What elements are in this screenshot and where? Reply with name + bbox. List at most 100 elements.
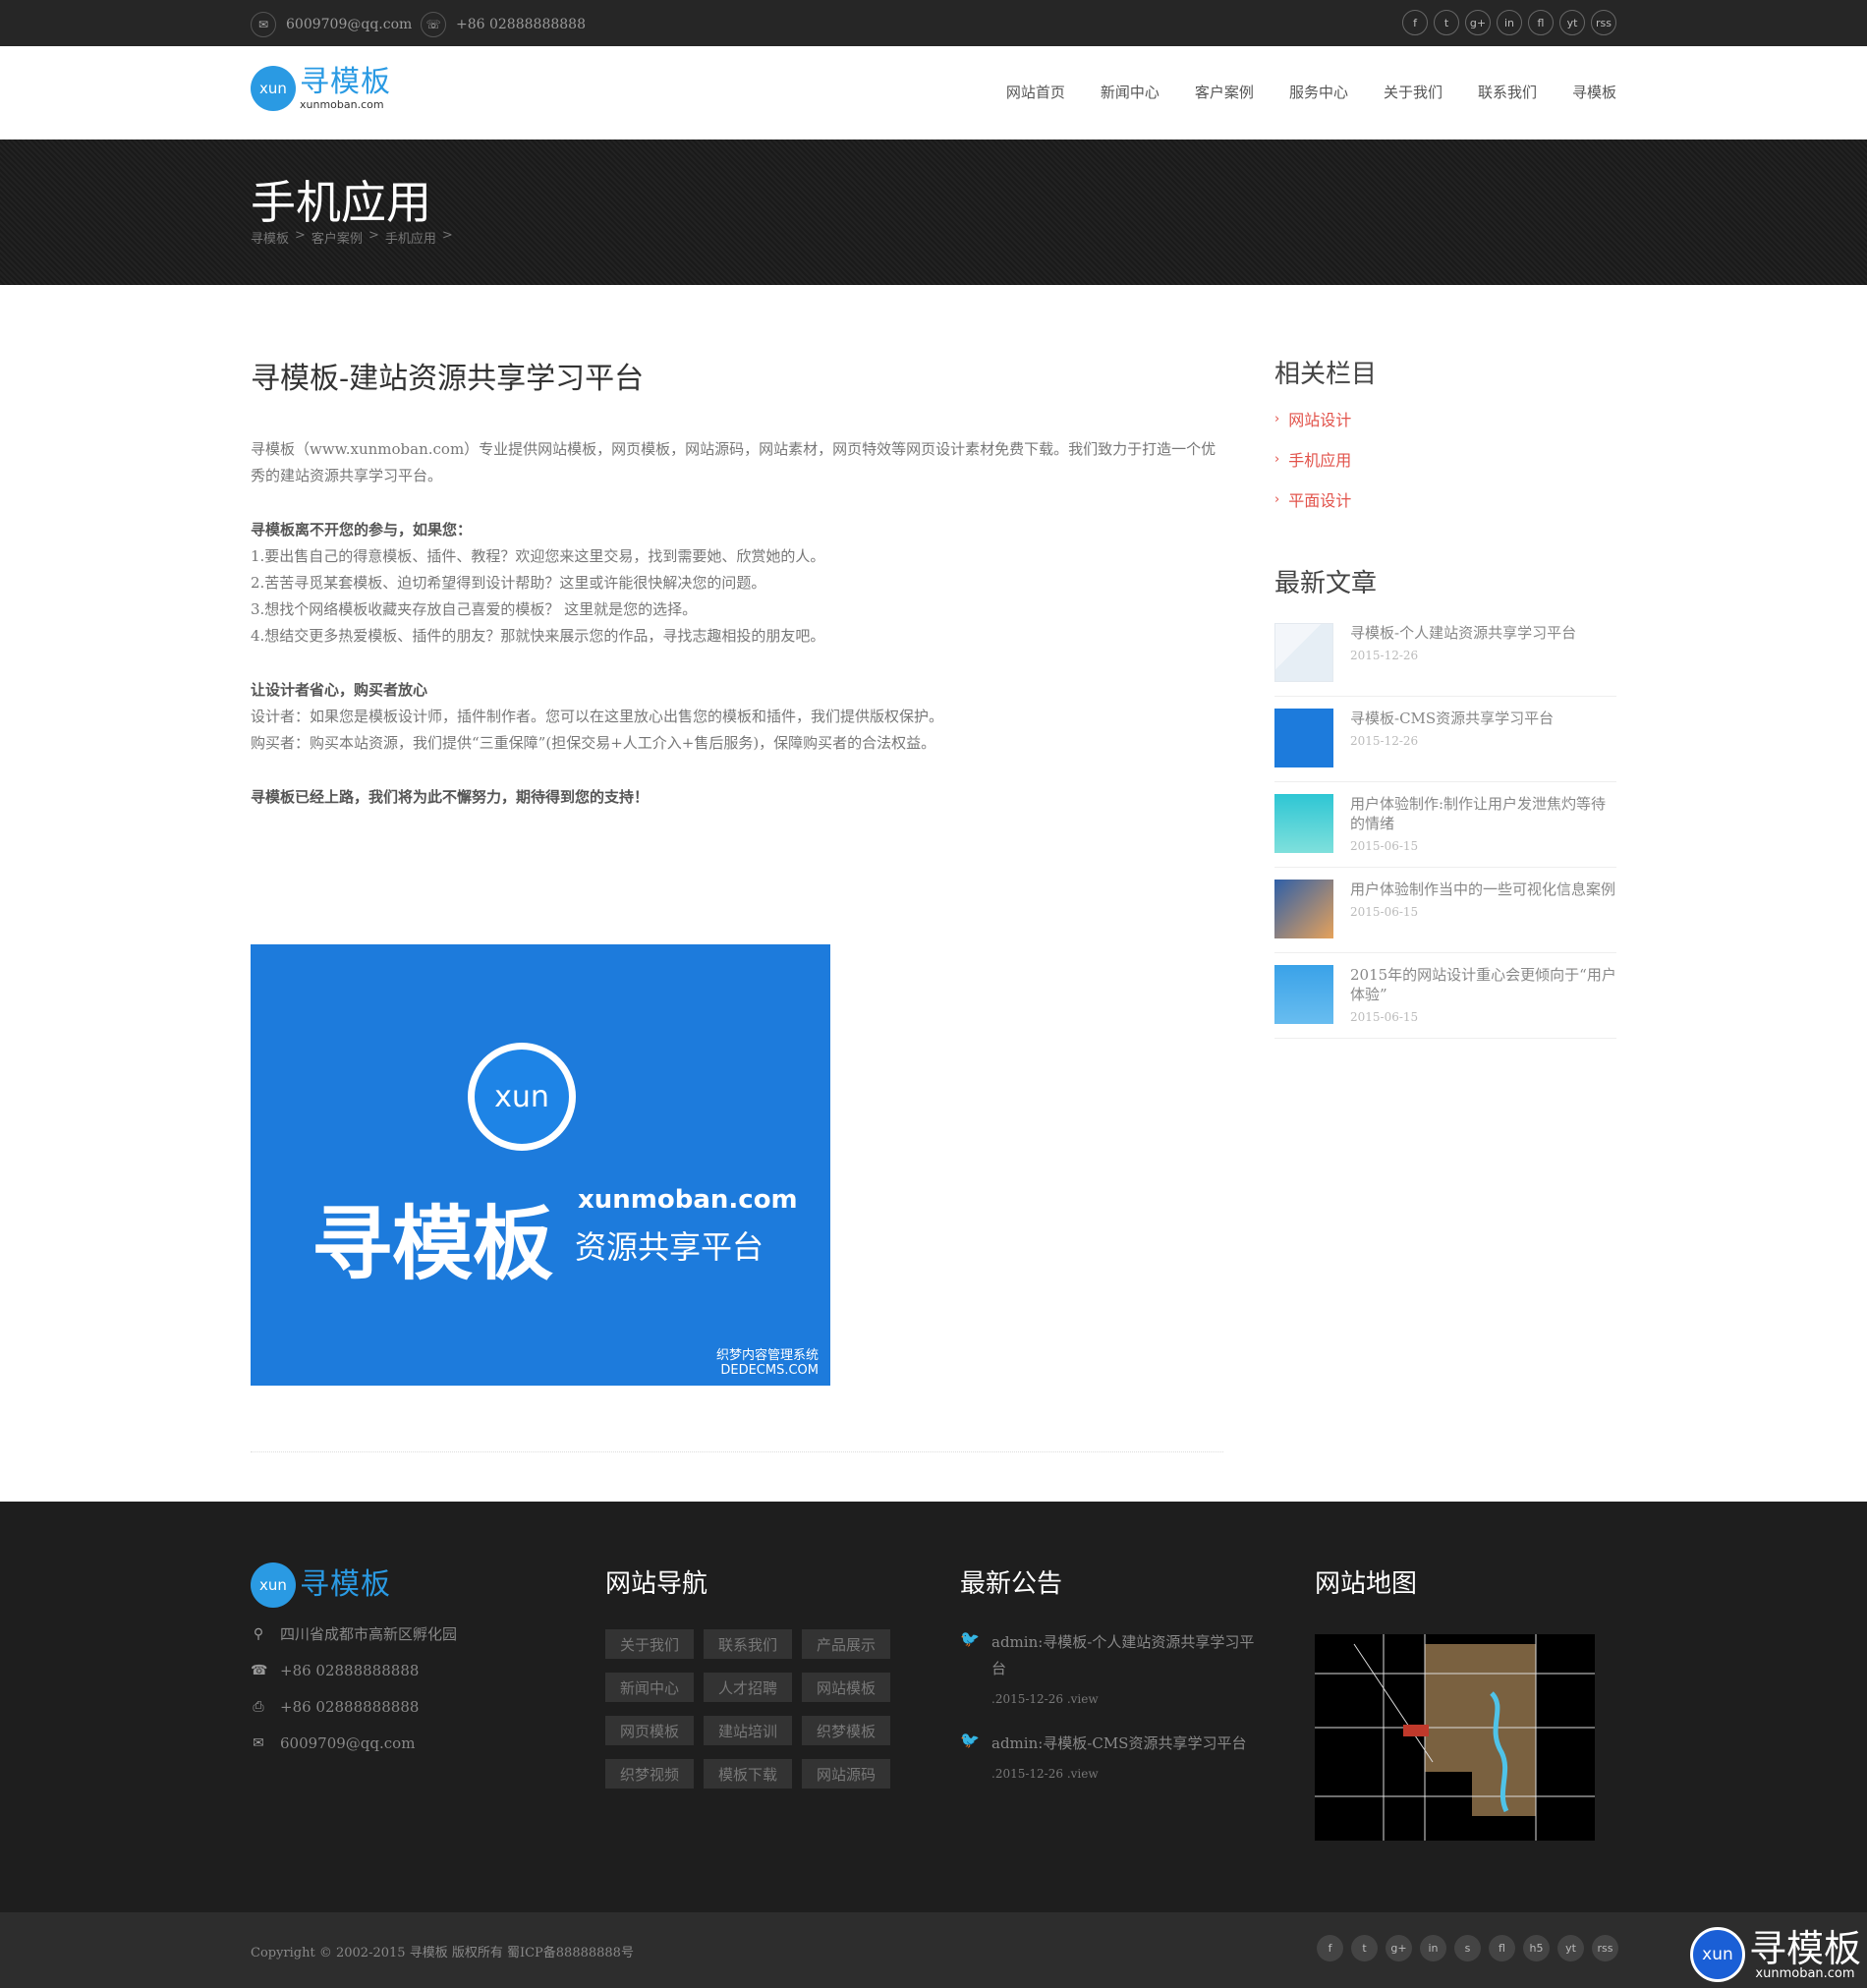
post-thumbnail [1274, 794, 1333, 853]
breadcrumb-cases[interactable]: 客户案例 [311, 228, 363, 247]
footer-tag[interactable]: 关于我们 [605, 1629, 694, 1659]
youtube-icon[interactable]: yt [1557, 1935, 1584, 1961]
hero-watermark: 织梦内容管理系统 DEDECMS.COM [716, 1348, 819, 1378]
hero-watermark-line1: 织梦内容管理系统 [715, 1348, 819, 1363]
hero-logo-bubble: xun [468, 1043, 576, 1151]
linkedin-icon[interactable]: in [1420, 1935, 1446, 1961]
footer-notice-title: 最新公告 [960, 1569, 1063, 1599]
category-list: › 网站设计 › 手机应用 › 平面设计 [1274, 407, 1616, 511]
twitter-icon[interactable]: t [1351, 1935, 1378, 1961]
notice-item[interactable]: 🐦 admin:寻模板-CMS资源共享学习平台 .2015-12-26 .view [960, 1731, 1257, 1788]
post-thumbnail [1274, 623, 1333, 682]
main-nav: 网站首页 新闻中心 客户案例 服务中心 关于我们 联系我们 寻模板 [1006, 82, 1616, 102]
post-item[interactable]: 寻模板-个人建站资源共享学习平台 2015-12-26 [1274, 611, 1616, 697]
html5-icon[interactable]: h5 [1523, 1935, 1550, 1961]
post-title: 用户体验制作当中的一些可视化信息案例 [1350, 880, 1616, 898]
footer-phone-text: +86 02888888888 [280, 1661, 420, 1679]
related-title: 相关栏目 [1274, 360, 1378, 389]
footer-tag[interactable]: 织梦视频 [605, 1759, 694, 1789]
breadcrumb-separator: > [441, 228, 453, 243]
top-social-links: f t g+ in fl yt rss [1402, 10, 1616, 35]
nav-cases[interactable]: 客户案例 [1195, 82, 1254, 102]
nav-home[interactable]: 网站首页 [1006, 82, 1065, 102]
nav-services[interactable]: 服务中心 [1289, 82, 1348, 102]
top-phone: ☏ +86 02888888888 [421, 12, 586, 37]
breadcrumb-current[interactable]: 手机应用 [385, 228, 436, 247]
google-plus-icon[interactable]: g+ [1386, 1935, 1412, 1961]
article: 寻模板-建站资源共享学习平台 寻模板（www.xunmoban.com）专业提供… [251, 354, 1223, 1386]
top-email-text[interactable]: 6009709@qq.com [286, 17, 412, 32]
category-label: 平面设计 [1288, 491, 1352, 510]
footer-phone: ☎ +86 02888888888 [251, 1652, 545, 1688]
main-content: 寻模板-建站资源共享学习平台 寻模板（www.xunmoban.com）专业提供… [0, 285, 1867, 1502]
category-link[interactable]: › 手机应用 [1274, 447, 1616, 471]
post-title: 用户体验制作:制作让用户发泄焦灼等待的情绪 [1350, 795, 1607, 832]
footer-tag[interactable]: 模板下载 [704, 1759, 792, 1789]
category-link[interactable]: › 网站设计 [1274, 407, 1616, 430]
envelope-icon: ✉ [251, 12, 276, 37]
post-item[interactable]: 2015年的网站设计重心会更倾向于“用户体验” 2015-06-15 [1274, 953, 1616, 1039]
footer-tag[interactable]: 建站培训 [704, 1716, 792, 1745]
chevron-right-icon: › [1274, 451, 1280, 467]
category-link[interactable]: › 平面设计 [1274, 487, 1616, 511]
page-banner: 手机应用 寻模板 > 客户案例 > 手机应用 > [0, 140, 1867, 285]
site-header: xun 寻模板 xunmoban.com 网站首页 新闻中心 客户案例 服务中心… [0, 46, 1867, 140]
twitter-icon[interactable]: t [1434, 10, 1459, 35]
post-date: 2015-06-15 [1350, 839, 1419, 853]
footer-tag[interactable]: 网页模板 [605, 1716, 694, 1745]
post-item[interactable]: 用户体验制作:制作让用户发泄焦灼等待的情绪 2015-06-15 [1274, 782, 1616, 868]
footer-logo[interactable]: xun 寻模板 [251, 1562, 545, 1608]
skype-icon[interactable]: s [1454, 1935, 1481, 1961]
logo-bubble-icon: xun [251, 66, 296, 111]
google-plus-icon[interactable]: g+ [1465, 10, 1491, 35]
site-logo[interactable]: xun 寻模板 xunmoban.com [251, 66, 391, 111]
article-section-title: 寻模板离不开您的参与，如果您： [251, 521, 473, 539]
notice-item[interactable]: 🐦 admin:寻模板-个人建站资源共享学习平台 .2015-12-26 .vie… [960, 1629, 1257, 1713]
footer-email: ✉ 6009709@qq.com [251, 1725, 545, 1761]
hero-url-text: xunmoban.com [578, 1185, 798, 1215]
footer-notices: 最新公告 🐦 admin:寻模板-个人建站资源共享学习平台 .2015-12-26… [960, 1563, 1257, 1788]
article-list-item: 2.苦苦寻觅某套模板、迫切希望得到设计帮助？这里或许能很快解决您的问题。 [251, 574, 766, 592]
footer-tag[interactable]: 网站源码 [802, 1759, 890, 1789]
post-item[interactable]: 寻模板-CMS资源共享学习平台 2015-12-26 [1274, 697, 1616, 782]
breadcrumb: 寻模板 > 客户案例 > 手机应用 > [251, 228, 453, 247]
linkedin-icon[interactable]: in [1497, 10, 1522, 35]
rss-icon[interactable]: rss [1592, 1935, 1618, 1961]
nav-news[interactable]: 新闻中心 [1101, 82, 1160, 102]
printer-icon: ⎙ [253, 1698, 264, 1715]
footer-fax: ⎙ +86 02888888888 [251, 1688, 545, 1725]
footer-social-links: f t g+ in s fl h5 yt rss [1317, 1935, 1618, 1961]
post-thumbnail [1274, 880, 1333, 938]
copyright: Copyright © 2002-2015 寻模板 版权所有 蜀ICP备8888… [251, 1946, 634, 1960]
footer-email-text[interactable]: 6009709@qq.com [280, 1734, 415, 1752]
facebook-icon[interactable]: f [1402, 10, 1428, 35]
nav-about[interactable]: 关于我们 [1384, 82, 1443, 102]
nav-xunmoban[interactable]: 寻模板 [1572, 82, 1616, 102]
post-item[interactable]: 用户体验制作当中的一些可视化信息案例 2015-06-15 [1274, 868, 1616, 953]
twitter-icon: 🐦 [960, 1731, 980, 1749]
footer-tag[interactable]: 人才招聘 [704, 1673, 792, 1702]
article-image: xun 寻模板 xunmoban.com 资源共享平台 织梦内容管理系统 DED… [251, 944, 830, 1386]
chevron-right-icon: › [1274, 411, 1280, 426]
footer-tag[interactable]: 网站模板 [802, 1673, 890, 1702]
footer-tag[interactable]: 织梦模板 [802, 1716, 890, 1745]
article-paragraph: 购买者：购买本站资源，我们提供“三重保障”(担保交易+人工介入+售后服务)，保障… [251, 734, 936, 752]
youtube-icon[interactable]: yt [1559, 10, 1585, 35]
notice-text: admin:寻模板-个人建站资源共享学习平台 [991, 1633, 1255, 1677]
flickr-icon[interactable]: fl [1528, 10, 1554, 35]
top-bar: ✉ 6009709@qq.com ☏ +86 02888888888 f t g… [0, 0, 1867, 46]
category-label: 手机应用 [1288, 451, 1352, 470]
rss-icon[interactable]: rss [1591, 10, 1616, 35]
hero-sub-text: 资源共享平台 [575, 1228, 764, 1266]
location-map[interactable] [1315, 1634, 1595, 1841]
footer-tag[interactable]: 产品展示 [802, 1629, 890, 1659]
nav-contact[interactable]: 联系我们 [1478, 82, 1537, 102]
page-title: 手机应用 [251, 176, 431, 229]
facebook-icon[interactable]: f [1317, 1935, 1343, 1961]
logo-cn-text: 寻模板 [300, 64, 391, 99]
breadcrumb-home[interactable]: 寻模板 [251, 228, 289, 247]
footer-tag[interactable]: 联系我们 [704, 1629, 792, 1659]
footer-tag[interactable]: 新闻中心 [605, 1673, 694, 1702]
flickr-icon[interactable]: fl [1489, 1935, 1515, 1961]
chevron-right-icon: › [1274, 491, 1280, 507]
